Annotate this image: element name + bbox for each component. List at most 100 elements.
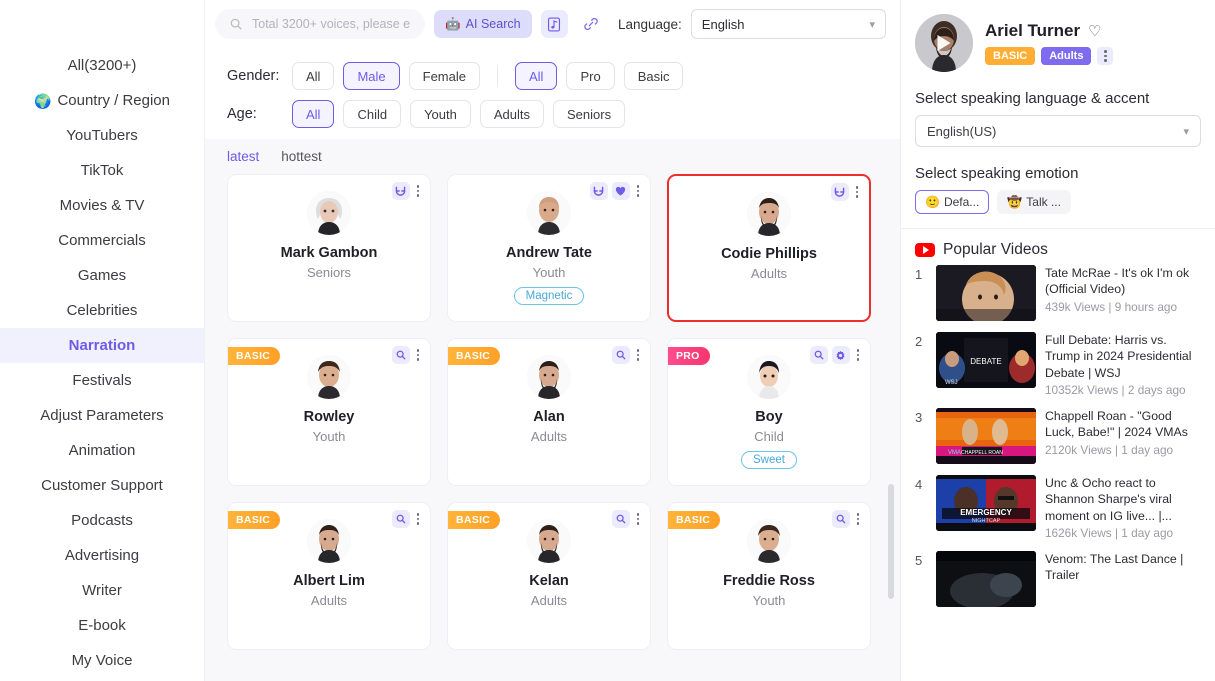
voice-card[interactable]: BASIC Kelan Adults [447,502,651,650]
emotion-option[interactable]: 🤠 Talk ... [997,190,1071,214]
sidebar-item-narration[interactable]: Narration [0,328,204,363]
sort-tab-hottest[interactable]: hottest [281,149,322,164]
video-thumbnail[interactable]: CHAPPELL ROAN VMA [936,408,1036,465]
voice-avatar [307,519,351,563]
voice-card[interactable]: Codie Phillips Adults [667,174,871,322]
link-icon [584,17,598,31]
search-icon[interactable] [391,346,410,364]
gender-male[interactable]: Male [343,62,400,90]
video-thumbnail[interactable] [936,265,1036,321]
search-icon[interactable] [391,510,410,528]
sidebar-item-celebrities[interactable]: Celebrities [0,293,204,328]
video-thumbnail[interactable]: EMERGENCY NIGHTCAP [936,475,1036,532]
ai-search-button[interactable]: 🤖 AI Search [434,10,532,38]
card-actions [611,346,643,364]
music-file-button[interactable] [540,10,569,38]
more-icon[interactable] [854,349,863,361]
more-icon[interactable] [854,513,863,525]
age-youth[interactable]: Youth [410,100,471,128]
search-box[interactable] [215,9,426,39]
voice-age: Adults [530,429,568,444]
sort-tab-latest[interactable]: latest [227,149,259,164]
plan-all[interactable]: All [515,62,558,90]
plan-basic[interactable]: Basic [623,62,684,90]
video-list-item[interactable]: 4 EMERGENCY NIGHTCAP Unc & Ocho react to Sh… [915,475,1201,540]
gender-female[interactable]: Female [408,62,480,90]
scrollbar-thumb[interactable] [888,484,894,599]
sidebar-item-youtubers[interactable]: YouTubers [0,118,204,153]
emotion-option[interactable]: 🙂 Defa... [915,190,990,214]
voice-card[interactable]: BASIC Rowley Youth [227,338,431,486]
avatar[interactable] [915,14,973,72]
sidebar-item-adjust-parameters[interactable]: Adjust Parameters [0,398,204,433]
age-all[interactable]: All [292,100,335,128]
voice-card[interactable]: BASIC Freddie Ross Youth [667,502,871,650]
plan-badge: BASIC [228,511,281,529]
voice-age: Seniors [306,265,352,280]
content-scrollbar[interactable] [888,139,894,681]
more-icon[interactable] [414,185,423,197]
accent-select[interactable]: English(US) ▾ [915,115,1201,147]
video-rank: 2 [915,334,923,349]
sidebar-item-writer[interactable]: Writer [0,573,204,608]
sidebar-item-podcasts[interactable]: Podcasts [0,503,204,538]
age-child[interactable]: Child [343,100,402,128]
more-icon[interactable] [853,186,862,198]
video-thumbnail[interactable] [936,551,1036,608]
age-seniors[interactable]: Seniors [553,100,626,128]
video-list-item[interactable]: 1 Tate McRae - It's ok I'm ok (Official V… [915,265,1201,321]
sidebar-item-games[interactable]: Games [0,258,204,293]
sidebar-item-all-3200[interactable]: All(3200+) [0,48,204,83]
sidebar-item-commercials[interactable]: Commercials [0,223,204,258]
popular-videos-header: Popular Videos [915,241,1201,259]
voice-card[interactable]: BASIC Albert Lim Adults [227,502,431,650]
video-thumbnail[interactable]: DEBATE WSJ [936,332,1036,388]
gear-icon[interactable] [831,346,850,364]
sidebar-item-country-region[interactable]: 🌍 Country / Region [0,83,204,118]
sidebar-item-my-voice[interactable]: My Voice [0,643,204,678]
video-list-item[interactable]: 3 CHAPPELL ROAN VMA Chappell Roan - "Good L… [915,408,1201,465]
heart-icon[interactable] [611,182,630,200]
heart-icon[interactable]: ♡ [1088,22,1101,40]
sidebar-item-e-book[interactable]: E-book [0,608,204,643]
video-rank: 1 [915,267,923,282]
emotion-section-title: Select speaking emotion [915,165,1079,182]
video-list-item[interactable]: 2 DEBATE WSJ Full Debate: Harris vs. Trump … [915,332,1201,397]
video-list-item[interactable]: 5 Venom: The Last Dance | Trailer [915,551,1201,608]
sidebar-item-customer-support[interactable]: Customer Support [0,468,204,503]
link-button[interactable] [577,10,605,38]
search-input[interactable] [252,17,412,31]
voice-card[interactable]: Mark Gambon Seniors [227,174,431,322]
search-icon[interactable] [611,346,630,364]
gender-label: Gender: [227,68,280,84]
magnet-icon[interactable] [589,182,608,200]
voice-name: Freddie Ross [723,573,815,589]
sidebar-item-movies-tv[interactable]: Movies & TV [0,188,204,223]
svg-text:WSJ: WSJ [945,380,958,386]
sidebar-item-animation[interactable]: Animation [0,433,204,468]
sidebar-item-advertising[interactable]: Advertising [0,538,204,573]
chevron-down-icon: ▾ [869,18,875,31]
search-icon[interactable] [809,346,828,364]
more-icon[interactable] [634,349,643,361]
more-icon[interactable] [1097,47,1114,65]
magnet-icon[interactable] [830,183,849,201]
voice-card[interactable]: Andrew Tate Youth Magnetic [447,174,651,322]
sidebar-item-festivals[interactable]: Festivals [0,363,204,398]
age-adults[interactable]: Adults [479,100,544,128]
voice-card[interactable]: BASIC Alan Adults [447,338,651,486]
card-actions [809,346,863,364]
magnet-icon[interactable] [391,182,410,200]
language-select[interactable]: English ▾ [690,9,886,39]
search-icon[interactable] [831,510,850,528]
more-icon[interactable] [414,513,423,525]
more-icon[interactable] [634,185,643,197]
more-icon[interactable] [414,349,423,361]
voice-card[interactable]: PRO Boy Child Sweet [667,338,871,486]
gender-all[interactable]: All [292,62,335,90]
search-icon[interactable] [611,510,630,528]
more-icon[interactable] [634,513,643,525]
sidebar-item-label: Celebrities [66,302,138,319]
sidebar-item-tiktok[interactable]: TikTok [0,153,204,188]
plan-pro[interactable]: Pro [566,62,615,90]
